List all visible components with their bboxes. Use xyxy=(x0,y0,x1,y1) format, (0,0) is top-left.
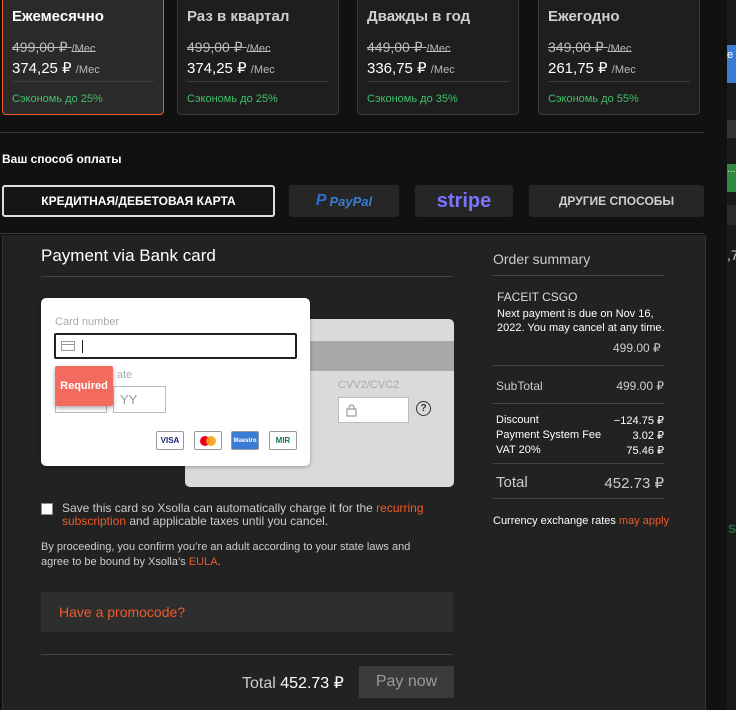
total-value: 452.73 ₽ xyxy=(280,675,344,692)
plan-name: Ежемесячно xyxy=(12,8,104,25)
plan-name: Дважды в год xyxy=(367,8,471,25)
pay-now-button[interactable]: Pay now xyxy=(359,666,454,698)
cvv-input[interactable] xyxy=(338,397,409,423)
right-peek-panel xyxy=(727,0,736,710)
required-tooltip: Required xyxy=(55,366,113,406)
summary-divider xyxy=(493,463,664,464)
plan-new-price: 374,25 ₽ /Мес xyxy=(187,60,275,77)
plan-old-price: 349,00 ₽ /Мес xyxy=(548,39,632,55)
eula-link[interactable]: EULA xyxy=(189,556,218,568)
plan-divider xyxy=(187,81,329,82)
consent-text: By proceeding, you confirm you’re an adu… xyxy=(41,541,411,568)
right-peek-block xyxy=(727,120,736,138)
payment-method-title: Ваш способ оплаты xyxy=(2,152,122,166)
plan-name: Ежегодно xyxy=(548,8,620,25)
card-number-label: Card number xyxy=(55,316,120,328)
plan-save: Сэкономь до 25% xyxy=(12,93,103,105)
summary-total-row: Total 452.73 ₽ xyxy=(496,474,664,492)
right-peek-letter: S xyxy=(728,522,736,536)
summary-divider xyxy=(493,498,664,499)
summary-divider xyxy=(493,275,664,276)
card-icon xyxy=(61,341,75,351)
discount-row: Discount −124.75 ₽ xyxy=(496,414,664,427)
plan-monthly[interactable]: Ежемесячно 499,00 ₽ /Мес 374,25 ₽ /Мес С… xyxy=(2,0,164,115)
right-peek-block-2 xyxy=(727,205,736,225)
mir-icon: MIR xyxy=(269,431,297,450)
right-peek-blue: e xyxy=(727,45,736,83)
order-summary-title: Order summary xyxy=(493,251,591,267)
summary-divider xyxy=(493,365,664,366)
fee-row: Payment System Fee 3.02 ₽ xyxy=(496,429,664,442)
may-apply-link[interactable]: may apply xyxy=(619,515,669,527)
form-title-divider xyxy=(41,276,453,277)
plan-old-price: 499,00 ₽ /Мес xyxy=(12,39,96,55)
plan-old-price: 499,00 ₽ /Мес xyxy=(187,39,271,55)
plan-new-price: 336,75 ₽ /Мес xyxy=(367,60,455,77)
card-front: Card number ate YY Required VISA Maestro… xyxy=(41,298,310,466)
paypal-label: PayPal xyxy=(329,193,373,209)
plan-divider xyxy=(367,81,509,82)
plan-name: Раз в квартал xyxy=(187,8,290,25)
expiry-label: ate xyxy=(117,369,133,381)
expiry-year-input[interactable]: YY xyxy=(113,386,166,413)
plan-new-price: 374,25 ₽ /Мес xyxy=(12,60,100,77)
plan-save: Сэкономь до 55% xyxy=(548,93,639,105)
method-paypal-button[interactable]: P PayPal xyxy=(289,185,399,217)
plan-semiannual[interactable]: Дважды в год 449,00 ₽ /Мес 336,75 ₽ /Мес… xyxy=(357,0,519,115)
plan-quarterly[interactable]: Раз в квартал 499,00 ₽ /Мес 374,25 ₽ /Ме… xyxy=(177,0,339,115)
total-label: Total 452.73 ₽ xyxy=(242,675,344,692)
vat-row: VAT 20% 75.46 ₽ xyxy=(496,444,664,457)
method-other-button[interactable]: ДРУГИЕ СПОСОБЫ xyxy=(529,185,704,217)
summary-divider xyxy=(493,403,664,404)
plan-old-price: 449,00 ₽ /Мес xyxy=(367,39,451,55)
promocode-toggle[interactable]: Have a promocode? xyxy=(41,592,453,632)
visa-icon: VISA xyxy=(156,431,184,450)
section-divider xyxy=(0,132,704,133)
plan-save: Сэкономь до 25% xyxy=(187,93,278,105)
plan-divider xyxy=(12,81,154,82)
total-divider xyxy=(41,654,453,655)
payment-note: Next payment is due on Nov 16, 2022. You… xyxy=(497,308,665,334)
save-card-text: Save this card so Xsolla can automatical… xyxy=(62,501,424,528)
product-name: FACEIT CSGO xyxy=(497,290,578,304)
payment-form-title: Payment via Bank card xyxy=(41,246,216,265)
method-card-button[interactable]: КРЕДИТНАЯ/ДЕБЕТОВАЯ КАРТА xyxy=(2,185,275,217)
plan-new-price: 261,75 ₽ /Мес xyxy=(548,60,636,77)
plan-yearly[interactable]: Ежегодно 349,00 ₽ /Мес 261,75 ₽ /Мес Сэк… xyxy=(538,0,700,115)
section-divider-2 xyxy=(0,233,704,234)
product-price: 499.00 ₽ xyxy=(613,341,661,355)
text-cursor xyxy=(82,340,83,353)
fx-note: Currency exchange rates may apply xyxy=(493,515,670,527)
maestro-icon: Maestro xyxy=(231,431,259,450)
save-card-checkbox[interactable] xyxy=(41,503,53,515)
plan-save: Сэкономь до 35% xyxy=(367,93,458,105)
card-number-input[interactable] xyxy=(54,333,297,359)
method-stripe-button[interactable]: stripe xyxy=(415,185,513,217)
right-peek-green: ... xyxy=(727,164,736,192)
mastercard-icon xyxy=(194,431,222,450)
lock-icon xyxy=(346,403,357,417)
subtotal-row: SubTotal 499.00 ₽ xyxy=(496,379,664,393)
paypal-icon: P xyxy=(315,192,327,209)
help-icon[interactable]: ? xyxy=(416,401,431,416)
plan-divider xyxy=(548,81,690,82)
right-peek-value: ,7 xyxy=(727,247,736,263)
cvv-label: CVV2/CVC2 xyxy=(338,379,400,391)
